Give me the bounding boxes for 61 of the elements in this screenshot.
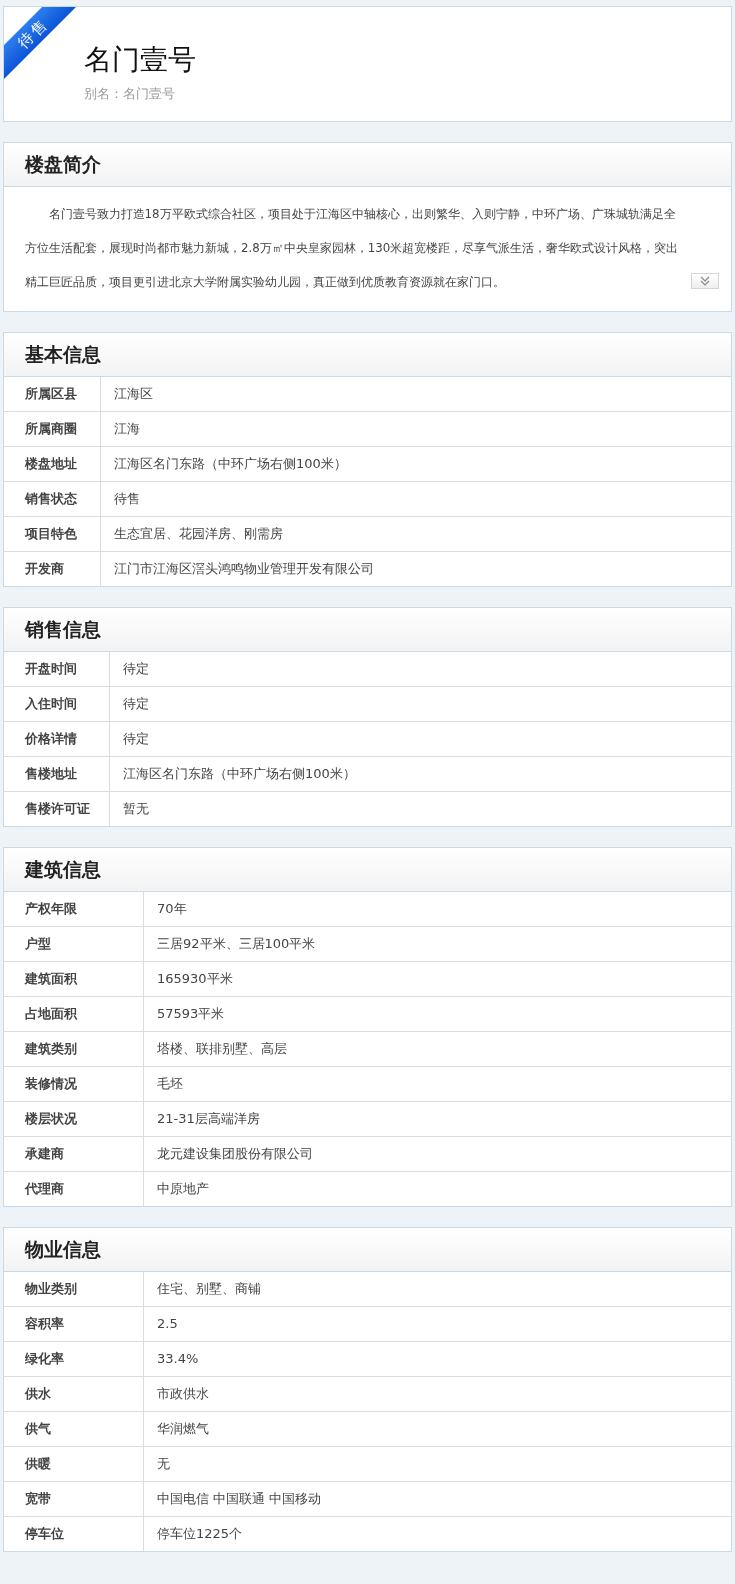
field-label: 停车位 xyxy=(4,1517,144,1551)
field-value: 住宅、别墅、商铺 xyxy=(156,1280,261,1298)
field-value: 33.4% xyxy=(156,1350,199,1368)
field-label: 物业类别 xyxy=(4,1272,144,1306)
field-label: 承建商 xyxy=(4,1137,144,1171)
field-label: 售楼许可证 xyxy=(4,792,110,826)
field-label: 售楼地址 xyxy=(4,757,110,791)
field-value: 江门市江海区滘头鸿鸣物业管理开发有限公司 xyxy=(113,560,374,578)
field-label: 入住时间 xyxy=(4,687,110,721)
field-label: 供水 xyxy=(4,1377,144,1411)
field-value: 待定 xyxy=(122,695,149,713)
field-label: 产权年限 xyxy=(4,892,144,926)
field-label: 建筑面积 xyxy=(4,962,144,996)
field-value: 江海区名门东路（中环广场右侧100米） xyxy=(113,455,347,473)
field-label: 装修情况 xyxy=(4,1067,144,1101)
field-value: 2.5 xyxy=(156,1315,178,1333)
field-label: 容积率 xyxy=(4,1307,144,1341)
field-value: 待定 xyxy=(122,730,149,748)
intro-paragraph: 名门壹号致力打造18万平欧式综合社区，项目处于江海区中轴核心，出则繁华、入则宁静，中环广场、广珠城轨满足全方位生活配套，展现时尚都市魅力新城，2.8万㎡中央皇家园林，130米超宽楼距，尽享气派生活，奢华欧式设计风格，突出精工巨匠品质，项目更引进北京大学附属实验幼儿园，真正做到优质教育资源就在家门口。 xyxy=(25,206,680,291)
field-value: 暂无 xyxy=(122,800,149,818)
field-value: 停车位1225个 xyxy=(156,1525,243,1543)
field-value: 70年 xyxy=(156,900,187,918)
field-label: 开盘时间 xyxy=(4,652,110,686)
field-value: 三居92平米、三居100平米 xyxy=(156,935,316,953)
field-value: 待定 xyxy=(122,660,149,678)
field-value: 市政供水 xyxy=(156,1385,209,1403)
field-value: 江海区名门东路（中环广场右侧100米） xyxy=(122,765,356,783)
field-value: 塔楼、联排别墅、高层 xyxy=(156,1040,287,1058)
alias-text: 别名：名门壹号 xyxy=(84,85,176,103)
field-label: 占地面积 xyxy=(4,997,144,1031)
field-label: 供暖 xyxy=(4,1447,144,1481)
field-value: 华润燃气 xyxy=(156,1420,209,1438)
field-label: 楼层状况 xyxy=(4,1102,144,1136)
field-label: 楼盘地址 xyxy=(4,447,101,481)
field-value: 待售 xyxy=(113,490,140,508)
expand-button[interactable] xyxy=(691,273,719,289)
field-label: 绿化率 xyxy=(4,1342,144,1376)
field-label: 销售状态 xyxy=(4,482,101,516)
chevron-icon xyxy=(699,276,711,286)
field-value: 生态宜居、花园洋房、刚需房 xyxy=(113,525,283,543)
field-label: 所属区县 xyxy=(4,377,101,411)
field-value: 毛坯 xyxy=(156,1075,183,1093)
field-label: 所属商圈 xyxy=(4,412,101,446)
property-title: 名门壹号 xyxy=(84,43,197,77)
field-value: 中国电信 中国联通 中国移动 xyxy=(156,1490,322,1508)
field-label: 价格详情 xyxy=(4,722,110,756)
field-label: 建筑类别 xyxy=(4,1032,144,1066)
field-label: 户型 xyxy=(4,927,144,961)
field-label: 开发商 xyxy=(4,552,101,586)
field-value: 江海区 xyxy=(113,385,153,403)
field-label: 供气 xyxy=(4,1412,144,1446)
field-value: 57593平米 xyxy=(156,1005,225,1023)
field-label: 代理商 xyxy=(4,1172,144,1206)
field-value: 龙元建设集团股份有限公司 xyxy=(156,1145,313,1163)
field-label: 项目特色 xyxy=(4,517,101,551)
field-label: 宽带 xyxy=(4,1482,144,1516)
field-value: 165930平米 xyxy=(156,970,233,988)
field-value: 21-31层高端洋房 xyxy=(156,1110,260,1128)
field-value: 中原地产 xyxy=(156,1180,209,1198)
field-value: 江海 xyxy=(113,420,140,438)
field-value: 无 xyxy=(156,1455,170,1473)
